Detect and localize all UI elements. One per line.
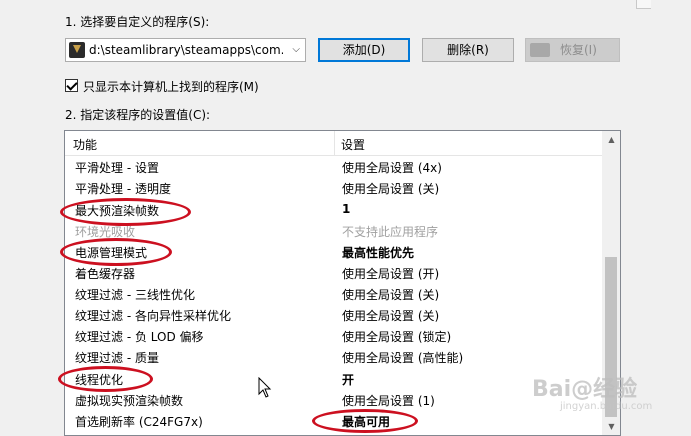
table-row[interactable]: 纹理过滤 - 各向异性采样优化 使用全局设置 (关) [65,305,603,326]
window-top-edge [0,0,691,7]
grid-header: 功能 设置 [65,131,603,156]
setting-cell[interactable]: 开 [342,371,354,388]
program-select[interactable]: d:\steamlibrary\steamapps\com... ⌵ [65,38,306,62]
restore-button-label: 恢复(I) [560,43,597,57]
column-header-setting[interactable]: 设置 [341,136,365,153]
nvidia-logo-icon [530,43,550,57]
remove-button[interactable]: 删除(R) [422,38,514,62]
setting-cell: 不支持此应用程序 [342,225,439,239]
feature-cell: 纹理过滤 - 各向异性采样优化 [75,309,231,323]
setting-cell[interactable]: 使用全局设置 (关) [342,286,439,303]
scroll-down-icon[interactable]: ▼ [603,418,620,435]
add-button[interactable]: 添加(D) [318,38,410,62]
scroll-up-icon[interactable]: ▲ [603,131,620,148]
table-row[interactable]: 纹理过滤 - 负 LOD 偏移 使用全局设置 (锁定) [65,326,603,347]
section-1-label: 1. 选择要自定义的程序(S): [65,15,210,29]
table-row[interactable]: 纹理过滤 - 三线性优化 使用全局设置 (关) [65,284,603,305]
setting-cell[interactable]: 使用全局设置 (关) [342,180,439,197]
table-row[interactable]: 平滑处理 - 设置 使用全局设置 (4x) [65,157,603,178]
highlight-oval-power-management [60,238,172,266]
feature-cell: 纹理过滤 - 负 LOD 偏移 [75,330,204,344]
feature-cell: 纹理过滤 - 质量 [75,351,159,365]
setting-cell[interactable]: 使用全局设置 (关) [342,307,439,324]
column-divider[interactable] [334,131,335,155]
baidu-watermark-logo: Bai@经验 [532,377,638,402]
feature-cell: 着色缓存器 [75,267,136,281]
feature-cell: 平滑处理 - 透明度 [75,182,171,196]
game-program-icon [69,42,85,58]
table-row[interactable]: 平滑处理 - 透明度 使用全局设置 (关) [65,178,603,199]
setting-cell[interactable]: 使用全局设置 (1) [342,392,435,409]
column-header-feature[interactable]: 功能 [73,136,97,153]
setting-cell[interactable]: 使用全局设置 (4x) [342,159,442,176]
show-found-programs-label[interactable]: 只显示本计算机上找到的程序(M) [83,78,259,95]
table-row[interactable]: 虚拟现实预渲染帧数 使用全局设置 (1) [65,390,603,411]
chevron-down-icon[interactable]: ⌵ [292,44,300,55]
highlight-oval-preferred-refresh [312,409,418,433]
section-2-label: 2. 指定该程序的设置值(C): [65,108,211,122]
highlight-oval-threaded-optimization [58,366,153,392]
program-select-value: d:\steamlibrary\steamapps\com... [89,43,283,57]
restore-button[interactable]: 恢复(I) [525,38,620,62]
baidu-watermark-url: jingyan.baidu.com [560,401,653,412]
setting-cell[interactable]: 使用全局设置 (高性能) [342,349,463,366]
feature-cell: 纹理过滤 - 三线性优化 [75,288,195,302]
setting-cell[interactable]: 1 [342,202,350,216]
setting-cell[interactable]: 使用全局设置 (开) [342,265,439,282]
highlight-oval-max-prerendered-frames [60,198,191,226]
table-row[interactable]: 纹理过滤 - 质量 使用全局设置 (高性能) [65,347,603,368]
feature-cell: 虚拟现实预渲染帧数 [75,394,184,408]
setting-cell[interactable]: 使用全局设置 (锁定) [342,328,451,345]
setting-cell[interactable]: 最高性能优先 [342,244,414,261]
window-frame-edge [636,0,651,9]
show-found-programs-checkbox[interactable] [65,79,78,92]
feature-cell: 平滑处理 - 设置 [75,161,159,175]
feature-cell: 首选刷新率 (C24FG7x) [75,415,203,429]
table-row[interactable]: 着色缓存器 使用全局设置 (开) [65,263,603,284]
